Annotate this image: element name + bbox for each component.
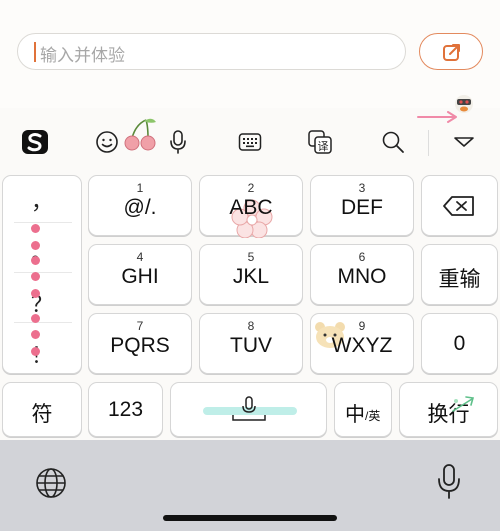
- key-1[interactable]: 1 @/.: [88, 175, 192, 236]
- key-label: MNO: [337, 265, 387, 288]
- key-2[interactable]: 2 ABC: [199, 175, 303, 238]
- key-number: 6: [358, 250, 366, 264]
- backspace-key[interactable]: [421, 175, 498, 236]
- enter-key[interactable]: 换行: [399, 382, 498, 437]
- key-label: JKL: [232, 265, 270, 288]
- pink-dot-decoration: [31, 330, 40, 339]
- punct-period[interactable]: 。: [2, 236, 82, 268]
- key-4[interactable]: 4 GHI: [88, 244, 192, 305]
- home-indicator[interactable]: [163, 515, 337, 521]
- key-label: 换行: [427, 403, 470, 426]
- space-key[interactable]: [170, 382, 327, 437]
- key-5[interactable]: 5 JKL: [199, 244, 303, 305]
- sogou-logo-icon[interactable]: [18, 126, 52, 158]
- svg-text:译: 译: [318, 140, 329, 153]
- sparkle-decoration-icon: [452, 396, 475, 412]
- space-mic-icon: [232, 396, 266, 421]
- share-icon: [443, 44, 460, 61]
- key-0[interactable]: 0: [421, 313, 498, 374]
- lang-sub-label: /英: [365, 409, 381, 423]
- language-toggle-key[interactable]: 中 /英: [334, 382, 392, 437]
- key-label: 符: [31, 403, 53, 426]
- cherry-decoration-icon: [120, 114, 160, 154]
- key-number: 5: [247, 250, 255, 264]
- pink-dot-decoration: [31, 272, 40, 281]
- key-number: 3: [358, 181, 366, 195]
- key-6[interactable]: 6 MNO: [310, 244, 414, 305]
- punct-exclamation[interactable]: ！: [2, 338, 82, 370]
- keyboard-icon[interactable]: [237, 126, 263, 158]
- key-label: DEF: [341, 196, 383, 219]
- key-label: 0: [453, 332, 466, 355]
- input-placeholder: 输入并体验: [40, 46, 125, 65]
- toolbar-divider: [428, 130, 429, 156]
- key-label: PQRS: [110, 334, 170, 357]
- symbols-key[interactable]: 符: [2, 382, 82, 437]
- key-3[interactable]: 3 DEF: [310, 175, 414, 236]
- pink-dot-decoration: [31, 314, 40, 323]
- punct-divider: [14, 272, 72, 273]
- translate-icon[interactable]: 译: [307, 126, 333, 158]
- dictation-microphone-icon[interactable]: [436, 463, 462, 501]
- pink-dot-decoration: [31, 224, 40, 233]
- key-label: 123: [107, 398, 144, 421]
- pink-dot-decoration: [31, 347, 40, 356]
- key-7[interactable]: 7 PQRS: [88, 313, 192, 374]
- pink-dot-decoration: [31, 289, 40, 298]
- punct-divider: [14, 222, 72, 223]
- key-9[interactable]: 9 WXYZ: [310, 313, 414, 374]
- key-number: 4: [136, 250, 144, 264]
- numbers-key[interactable]: 123: [88, 382, 163, 437]
- key-label: GHI: [121, 265, 159, 288]
- text-caret: [34, 42, 36, 62]
- key-number: 1: [136, 181, 144, 195]
- globe-icon[interactable]: [34, 466, 68, 500]
- key-label: TUV: [230, 334, 272, 357]
- key-label: ABC: [229, 196, 273, 219]
- key-label: 重输: [438, 268, 481, 291]
- punct-comma[interactable]: ，: [2, 184, 82, 216]
- punct-divider: [14, 322, 72, 323]
- microphone-icon[interactable]: [168, 126, 188, 158]
- key-8[interactable]: 8 TUV: [199, 313, 303, 374]
- key-label: WXYZ: [331, 334, 393, 357]
- key-number: 7: [136, 319, 144, 333]
- backspace-icon: [443, 196, 474, 216]
- key-number: 2: [247, 181, 255, 195]
- lang-main-label: 中: [345, 404, 365, 426]
- key-number: 9: [358, 319, 366, 333]
- pink-dot-decoration: [31, 256, 40, 265]
- collapse-icon[interactable]: [450, 126, 478, 158]
- retype-key[interactable]: 重输: [421, 244, 498, 305]
- emoji-icon[interactable]: [94, 126, 120, 158]
- search-icon[interactable]: [380, 126, 406, 158]
- pink-dot-decoration: [31, 241, 40, 250]
- key-number: 8: [247, 319, 255, 333]
- key-label: @/.: [123, 196, 157, 219]
- punct-question[interactable]: ？: [2, 287, 82, 319]
